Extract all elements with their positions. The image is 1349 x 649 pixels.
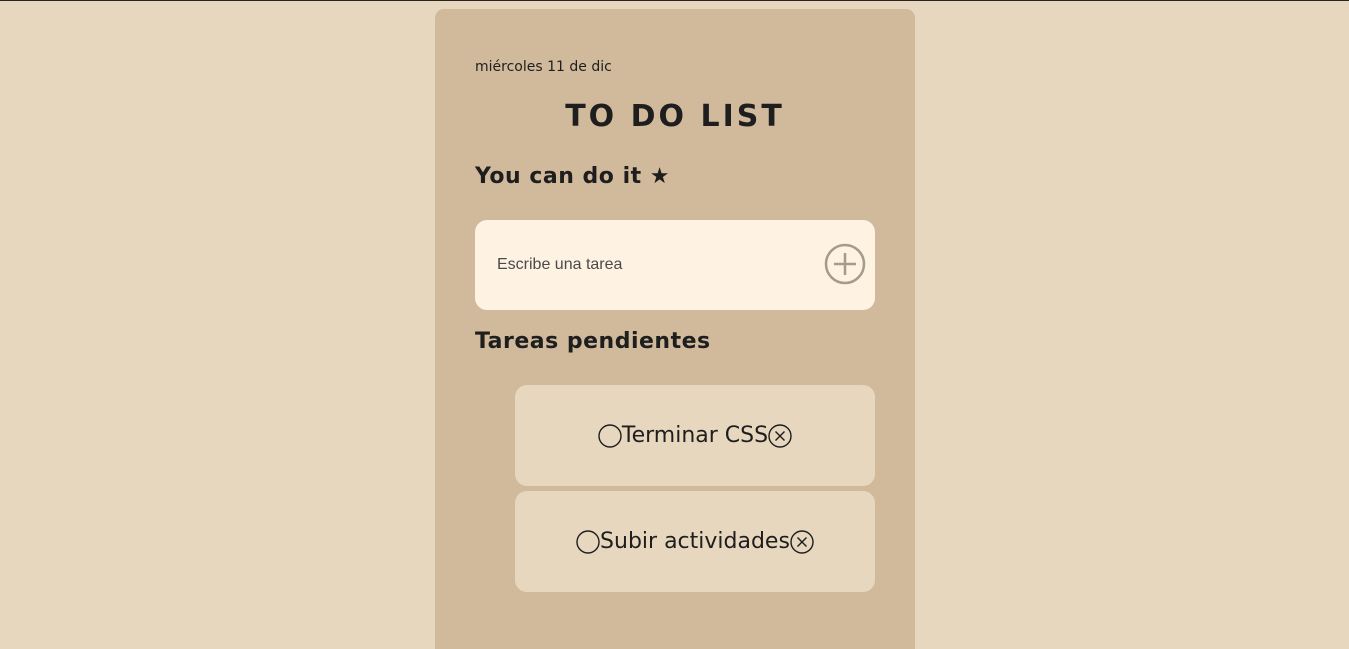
task-item: Subir actividades [515,491,875,592]
add-task-button[interactable] [824,243,866,285]
task-text: Subir actividades [600,529,790,554]
circle-x-icon [790,529,814,554]
task-input[interactable] [495,250,819,280]
todo-card: miércoles 11 de dic TO DO LIST You can d… [435,9,915,649]
task-text: Terminar CSS [621,423,769,448]
current-date: miércoles 11 de dic [475,59,612,75]
delete-task-button[interactable] [768,423,792,448]
circle-x-icon [768,423,792,448]
page-title: TO DO LIST [565,99,785,134]
plus-circle-icon [824,243,866,285]
new-task-box [475,220,875,310]
motivational-subtitle: You can do it ★ [475,164,671,189]
complete-task-toggle[interactable] [576,529,600,554]
task-item: Terminar CSS [515,385,875,486]
complete-task-toggle[interactable] [598,423,622,448]
task-list: Terminar CSS Subir actividades [515,385,875,597]
empty-circle-icon [576,529,600,554]
empty-circle-icon [598,423,622,448]
top-border [0,0,1349,1]
pending-tasks-heading: Tareas pendientes [475,329,711,354]
delete-task-button[interactable] [790,529,814,554]
